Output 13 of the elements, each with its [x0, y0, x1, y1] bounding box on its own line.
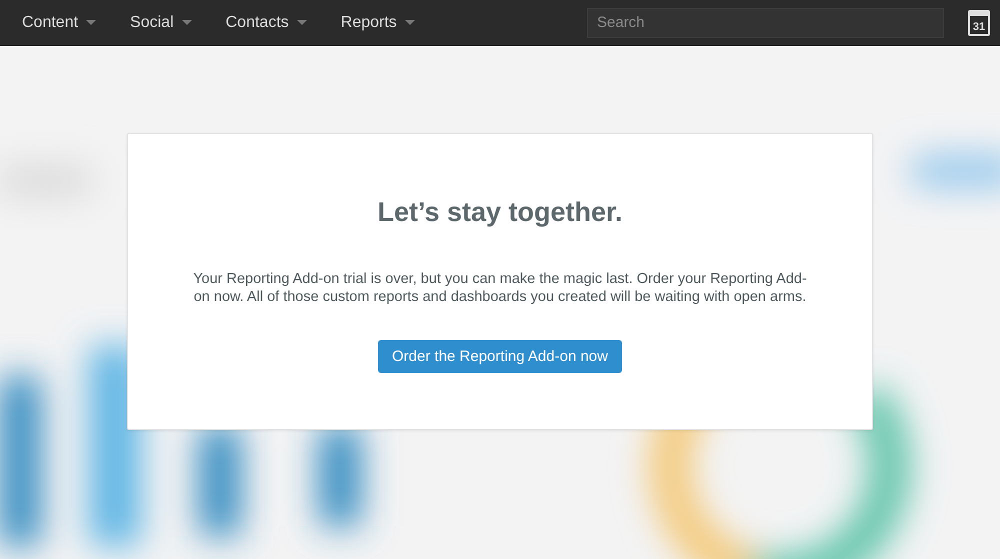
nav-menu[interactable]: Social	[130, 14, 192, 32]
calendar-icon[interactable]: 31	[968, 10, 990, 36]
search-field[interactable]: Search	[587, 8, 944, 38]
order-button[interactable]: Order the Reporting Add-on now	[378, 340, 622, 373]
nav-menu[interactable]: Content	[22, 14, 96, 32]
dialog-message: Your Reporting Add-on trial is over, but you can make the magic last. Order your Reporting Add-on now. All of those custom reports and dashboards you created will be waiting with open arms.	[192, 270, 808, 306]
caret-icon	[404, 20, 415, 25]
nav-menu[interactable]: Reports	[340, 14, 415, 32]
dialog-title: Let’s stay together.	[377, 197, 623, 228]
caret-icon	[182, 20, 192, 25]
nav-menu[interactable]: Contacts	[226, 14, 307, 32]
caret-icon	[86, 20, 96, 25]
caret-icon	[296, 20, 307, 25]
